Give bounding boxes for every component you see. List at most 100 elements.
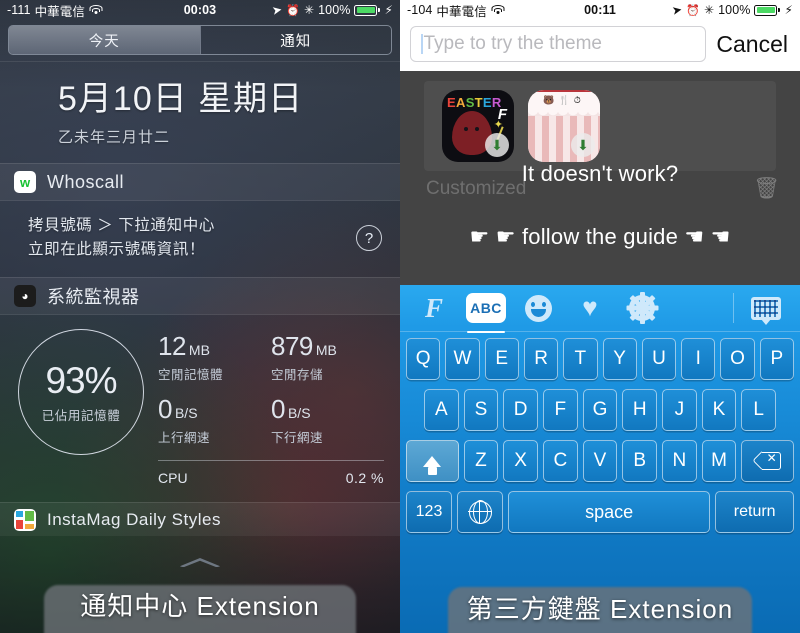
lightning-bolt-icon: ⚡ [384,3,393,17]
battery-icon [754,4,781,16]
carrier-name: 中華電信 [34,4,85,19]
cake-glyph-row: 🐻🍴⏱ [543,95,585,105]
cancel-button[interactable]: Cancel [716,31,792,58]
lightning-bolt-icon: ⚡ [784,3,793,17]
key-f[interactable]: F [543,389,578,431]
key-s[interactable]: S [463,389,499,431]
bluetooth-icon: ✳ [703,3,715,17]
key-e[interactable]: E [484,338,519,380]
widget-title-system-monitor: 系統監視器 [47,287,140,308]
emoji-smiley-icon[interactable] [518,292,558,324]
egg-eye-left [464,127,468,131]
stat-download-value: 0 B/S [271,396,384,422]
abc-keyboard-icon[interactable]: ABC [466,292,506,333]
status-bar-right-group: ➤ ⏰ ✳ 100% ⚡ [671,2,793,18]
key-t[interactable]: T [563,338,598,380]
widget-header-instamag[interactable]: InstaMag Daily Styles [0,502,400,537]
stat-number: 0 [271,394,285,425]
widget-header-whoscall[interactable]: w Whoscall [0,163,400,202]
notification-center-panel: -111 中華電信 00:03 ➤ ⏰ ✳ 100% ⚡ 今天 通知 5月10日… [0,0,400,633]
segmented-control[interactable]: 今天 通知 [8,25,392,55]
battery-percent-label: 100% [718,3,751,17]
memory-usage-gauge: 93% 已佔用記憶體 [18,329,144,456]
facemoji-logo-icon[interactable]: F [414,292,454,324]
heart-glyph: ♥ [582,291,598,322]
instamag-app-icon [14,508,36,531]
stat-upload-value: 0 B/S [158,396,271,422]
date-block: 5月10日 星期日 乙未年三月廿二 [0,62,400,163]
key-x[interactable]: X [503,440,538,482]
search-input[interactable]: Type to try the theme [410,26,707,62]
egg-eye-right [475,127,479,131]
key-m[interactable]: M [701,440,737,482]
question-mark-icon[interactable]: ? [356,225,382,252]
key-w[interactable]: W [445,338,480,380]
stat-unit: B/S [174,405,198,422]
location-arrow-icon: ➤ [270,2,284,18]
key-l[interactable]: L [741,389,777,431]
status-bar-left-group: -104 中華電信 [407,1,505,20]
system-stats: 12 MB 空閒記憶體 879 MB 空閒存儲 0 B/S 上行網速 0 B/S… [158,329,384,486]
key-p[interactable]: P [759,338,794,380]
shift-up-arrow-icon[interactable] [406,440,459,482]
keyboard-row-3: Z X C V B N M ✕ [403,440,797,482]
key-j[interactable]: J [662,389,697,431]
easter-theme-title: EASTER [447,95,502,110]
key-v[interactable]: V [582,440,618,482]
stat-number: 879 [271,331,313,362]
stat-free-storage: 879 MB 空閒存儲 [271,333,384,396]
keyboard-rows: Q W E R T Y U I O P A S D F G H J K L Z … [400,332,800,546]
key-g[interactable]: G [582,389,618,431]
numeric-keyboard-button[interactable]: 123 [406,491,452,533]
tab-today[interactable]: 今天 [9,26,200,54]
key-r[interactable]: R [523,338,559,380]
backspace-delete-icon[interactable]: ✕ [741,440,794,482]
sticker-heart-icon[interactable]: ♥ [570,292,610,324]
battery-icon [354,4,381,16]
text-caret [421,34,423,54]
download-icon[interactable]: ⬇ [485,133,509,157]
battery-percent-label: 100% [318,3,351,17]
bluetooth-icon: ✳ [303,3,315,17]
shift-arrow-glyph [423,455,442,475]
key-n[interactable]: N [662,440,697,482]
stat-unit: B/S [287,405,311,422]
key-a[interactable]: A [423,389,459,431]
easter-theme-tile[interactable]: EASTER ✦ F ⬇ [442,90,514,162]
return-key[interactable]: return [715,491,794,533]
drag-handle[interactable] [178,558,222,567]
globe-language-icon[interactable] [457,491,503,533]
cake-theme-tile[interactable]: 🐻🍴⏱ ⬇ [528,90,600,162]
keyboard-glyph [751,296,781,320]
cpu-label: CPU [158,470,188,487]
key-u[interactable]: U [641,338,677,380]
key-o[interactable]: O [720,338,755,380]
key-c[interactable]: C [542,440,578,482]
tab-notifications[interactable]: 通知 [201,26,392,54]
keyboard-switch-icon[interactable] [746,292,786,324]
gear-glyph [626,292,658,324]
key-i[interactable]: I [681,338,716,380]
widget-header-system-monitor[interactable]: ◕ 系統監視器 [0,277,400,316]
carrier-name: 中華電信 [436,4,487,19]
gauge-label: 已佔用記憶體 [41,409,121,424]
settings-gear-icon[interactable] [622,292,662,324]
key-y[interactable]: Y [602,338,637,380]
key-z[interactable]: Z [463,440,499,482]
facemoji-logo-glyph: F [424,292,443,323]
stat-free-memory-value: 12 MB [158,333,271,359]
key-k[interactable]: K [701,389,737,431]
download-icon[interactable]: ⬇ [571,133,595,157]
keyboard-row-1: Q W E R T Y U I O P [403,338,797,380]
key-d[interactable]: D [503,389,538,431]
key-q[interactable]: Q [406,338,441,380]
system-monitor-app-icon: ◕ [14,285,36,308]
key-b[interactable]: B [622,440,657,482]
stat-free-storage-value: 879 MB [271,333,384,359]
toolbar-divider [733,293,734,323]
key-h[interactable]: H [622,389,658,431]
stat-free-storage-label: 空閒存儲 [271,368,324,383]
segmented-control-wrapper: 今天 通知 [0,20,400,61]
overlay-title: It doesn't work? [521,161,679,186]
space-key[interactable]: space [508,491,711,533]
